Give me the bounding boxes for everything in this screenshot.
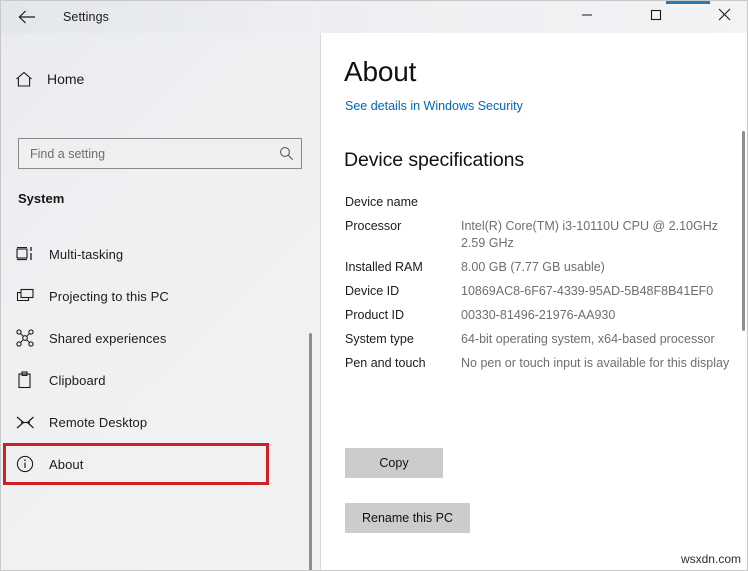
device-specifications-heading: Device specifications — [344, 149, 524, 172]
device-specifications-table: Device name Processor Intel(R) Core(TM) … — [345, 193, 745, 378]
home-icon — [1, 71, 47, 88]
spec-value: 00330-81496-21976-AA930 — [461, 306, 745, 324]
multitasking-icon — [1, 246, 49, 263]
page-title: About — [344, 56, 416, 88]
maximize-icon — [650, 8, 662, 26]
sidebar: Home System Multi — [1, 33, 321, 571]
back-arrow-icon — [18, 10, 36, 24]
sidebar-item-shared-experiences[interactable]: Shared experiences — [1, 317, 321, 359]
title-bar: Settings — [1, 1, 748, 33]
sidebar-item-home[interactable]: Home — [1, 61, 301, 97]
spec-key: Device name — [345, 193, 461, 211]
spec-key: Device ID — [345, 282, 461, 300]
info-icon — [1, 455, 49, 473]
sidebar-item-label: Shared experiences — [49, 331, 166, 346]
clipboard-icon — [1, 371, 49, 389]
rename-this-pc-button[interactable]: Rename this PC — [345, 503, 470, 533]
spec-value: Intel(R) Core(TM) i3-10110U CPU @ 2.10GH… — [461, 217, 745, 252]
copy-button[interactable]: Copy — [345, 448, 443, 478]
window-accent-bar — [666, 1, 710, 4]
settings-window: Settings — [0, 0, 748, 571]
spec-value — [461, 193, 745, 194]
sidebar-item-label: Remote Desktop — [49, 415, 147, 430]
search-box[interactable] — [18, 138, 302, 169]
app-title: Settings — [63, 1, 109, 33]
close-icon — [718, 8, 731, 26]
sidebar-item-about[interactable]: About — [1, 443, 321, 485]
content-scrollbar-thumb[interactable] — [742, 131, 745, 331]
spec-value: 8.00 GB (7.77 GB usable) — [461, 258, 745, 276]
remote-desktop-icon — [1, 415, 49, 430]
spec-row: System type 64-bit operating system, x64… — [345, 330, 745, 348]
watermark: wsxdn.com — [681, 552, 741, 566]
spec-row: Device ID 10869AC8-6F67-4339-95AD-5B48F8… — [345, 282, 745, 300]
title-bar-left-region — [1, 1, 321, 33]
sidebar-item-label: Projecting to this PC — [49, 289, 169, 304]
spec-key: Installed RAM — [345, 258, 461, 276]
spec-key: Processor — [345, 217, 461, 235]
sidebar-nav-list: Multi-tasking Projecting to this PC — [1, 233, 321, 485]
sidebar-scrollbar-thumb[interactable] — [309, 333, 312, 571]
spec-value: 10869AC8-6F67-4339-95AD-5B48F8B41EF0 — [461, 282, 745, 300]
spec-key: Pen and touch — [345, 354, 461, 372]
spec-value: No pen or touch input is available for t… — [461, 354, 745, 372]
shared-experiences-icon — [1, 329, 49, 347]
sidebar-item-label: Multi-tasking — [49, 247, 123, 262]
spec-row: Pen and touch No pen or touch input is a… — [345, 354, 745, 372]
spec-row: Installed RAM 8.00 GB (7.77 GB usable) — [345, 258, 745, 276]
spec-row: Device name — [345, 193, 745, 211]
spec-key: Product ID — [345, 306, 461, 324]
spec-key: System type — [345, 330, 461, 348]
sidebar-item-label: About — [49, 457, 83, 472]
projecting-icon — [1, 288, 49, 304]
sidebar-home-label: Home — [47, 71, 84, 87]
sidebar-item-label: Clipboard — [49, 373, 106, 388]
sidebar-section-title: System — [18, 191, 64, 206]
search-input[interactable] — [19, 147, 271, 161]
windows-security-link[interactable]: See details in Windows Security — [345, 99, 523, 113]
minimize-icon — [581, 8, 593, 26]
sidebar-item-clipboard[interactable]: Clipboard — [1, 359, 321, 401]
back-button[interactable] — [5, 1, 49, 33]
minimize-button[interactable] — [564, 1, 610, 33]
sidebar-item-remote-desktop[interactable]: Remote Desktop — [1, 401, 321, 443]
search-icon[interactable] — [271, 139, 301, 168]
sidebar-item-multi-tasking[interactable]: Multi-tasking — [1, 233, 321, 275]
maximize-button[interactable] — [633, 1, 679, 33]
main-content: About See details in Windows Security De… — [321, 33, 748, 571]
spec-row: Product ID 00330-81496-21976-AA930 — [345, 306, 745, 324]
spec-row: Processor Intel(R) Core(TM) i3-10110U CP… — [345, 217, 745, 252]
sidebar-item-projecting-to-this-pc[interactable]: Projecting to this PC — [1, 275, 321, 317]
close-button[interactable] — [701, 1, 747, 33]
spec-value: 64-bit operating system, x64-based proce… — [461, 330, 745, 348]
